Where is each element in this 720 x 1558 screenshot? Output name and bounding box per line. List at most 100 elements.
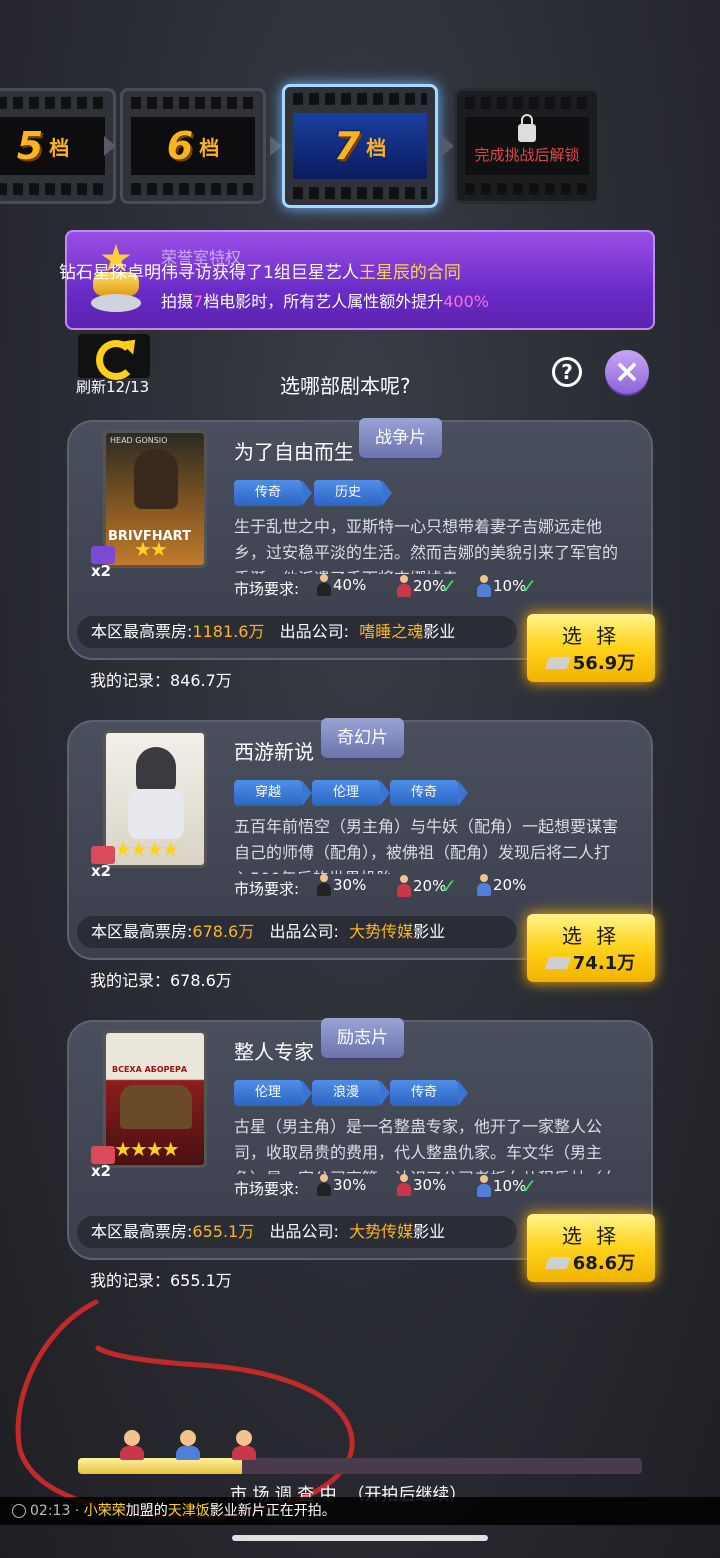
multiplier-text: x2 bbox=[91, 862, 112, 880]
company-name: 嗜睡之魂 bbox=[359, 622, 424, 641]
check-icon: ✓ bbox=[440, 574, 458, 598]
tier-5[interactable]: 5档 bbox=[0, 88, 116, 204]
survey-avatar bbox=[118, 1430, 146, 1462]
survey-avatar bbox=[230, 1430, 258, 1462]
price: 68.6万 bbox=[572, 1253, 636, 1274]
close-button[interactable]: × bbox=[605, 350, 649, 394]
banner-line2: 拍摄7档电影时，所有艺人属性额外提升400% bbox=[161, 288, 489, 312]
news-text: 加盟的 bbox=[125, 1503, 168, 1519]
company-suffix: 影业 bbox=[413, 1222, 446, 1241]
star-rating: ★★★★ bbox=[114, 837, 180, 861]
market-req: 10% ✓ bbox=[477, 1174, 537, 1198]
actress-icon bbox=[397, 575, 411, 597]
actor-icon bbox=[317, 1174, 331, 1196]
cash-icon bbox=[544, 957, 571, 969]
actor-icon bbox=[477, 1175, 491, 1197]
poster-top-text: HEAD GONSIO bbox=[110, 436, 168, 445]
script-card-1: HEAD GONSIO BRIVFHART ★★ x2 为了自由而生 战争片 传… bbox=[67, 418, 655, 682]
my-record: 我的记录：655.1万 bbox=[90, 1271, 232, 1290]
script-description: 生于乱世之中，亚斯特一心只想带着妻子吉娜远走他乡，过安稳平淡的生活。然而吉娜的美… bbox=[234, 517, 619, 574]
market-req: 20% bbox=[477, 874, 526, 896]
prompt-title: 选哪部剧本呢? bbox=[280, 374, 411, 398]
req-value: 30% bbox=[333, 876, 367, 894]
tier-number: 6 bbox=[166, 124, 194, 168]
box-office-bar: 本区最高票房:1181.6万 出品公司: 嗜睡之魂影业 bbox=[77, 616, 517, 648]
tier-number: 5 bbox=[16, 124, 44, 168]
tier-unit: 档 bbox=[199, 135, 220, 160]
help-button[interactable]: ? bbox=[552, 357, 582, 387]
market-req: 40% bbox=[317, 574, 366, 596]
tier-7[interactable]: 7档 bbox=[282, 84, 438, 208]
script-card-3: ВСЕХА АБОРЕРА ★★★★ x2 整人专家 励志片 伦理 浪漫 传奇 … bbox=[67, 1018, 655, 1282]
refresh-button[interactable]: 刷新12/13 bbox=[76, 333, 152, 398]
poster-figure bbox=[134, 449, 178, 509]
refresh-label: 刷新12/13 bbox=[76, 378, 150, 396]
arrow-icon bbox=[104, 136, 116, 156]
tag: 穿越 bbox=[234, 780, 312, 806]
my-record: 我的记录：678.6万 bbox=[90, 971, 232, 990]
multiplier-text: x2 bbox=[91, 562, 112, 580]
market-req: 30% bbox=[317, 874, 366, 896]
company-label: 出品公司: bbox=[269, 1222, 339, 1241]
survey-progress-fill bbox=[78, 1458, 242, 1474]
banner-text: 档电影时，所有艺人属性额外提升 bbox=[203, 292, 444, 311]
news-ticker: 02:13 · 小荣荣加盟的天津饭影业新片正在开拍。 bbox=[0, 1497, 720, 1525]
tag: 传奇 bbox=[234, 480, 312, 506]
select-button[interactable]: 选 择 74.1万 bbox=[527, 914, 655, 982]
company-suffix: 影业 bbox=[413, 922, 446, 941]
banner-num: 7 bbox=[193, 292, 204, 311]
my-record: 我的记录：846.7万 bbox=[90, 671, 232, 690]
tier-unit: 档 bbox=[49, 135, 70, 160]
news-org: 天津饭 bbox=[167, 1503, 210, 1519]
news-sep: · bbox=[74, 1503, 80, 1519]
actor-icon bbox=[477, 575, 491, 597]
multiplier-badge: x2 bbox=[91, 546, 115, 580]
tag: 浪漫 bbox=[312, 1080, 390, 1106]
box-value: 655.1万 bbox=[192, 1222, 255, 1241]
actor-icon bbox=[477, 874, 491, 896]
req-value: 40% bbox=[333, 576, 367, 594]
select-button[interactable]: 选 择 56.9万 bbox=[527, 614, 655, 682]
box-value: 678.6万 bbox=[192, 922, 255, 941]
home-indicator[interactable] bbox=[232, 1535, 488, 1541]
multiplier-text: x2 bbox=[91, 1162, 112, 1180]
box-office-bar: 本区最高票房:678.6万 出品公司: 大势传媒影业 bbox=[77, 916, 517, 948]
poster-title-text: ВСЕХА АБОРЕРА bbox=[112, 1065, 188, 1074]
script-description: 古星（男主角）是一名整蛊专家，他开了一家整人公司，收取昂贵的费用，代人整蛊仇家。… bbox=[234, 1117, 618, 1174]
refresh-icon bbox=[78, 333, 150, 380]
poster-figures bbox=[120, 1085, 192, 1129]
actress-icon bbox=[397, 1174, 411, 1196]
script-title: 整人专家 bbox=[234, 1040, 314, 1064]
poster-figure bbox=[136, 747, 176, 793]
market-req: 30% bbox=[397, 1174, 446, 1196]
tag: 历史 bbox=[314, 480, 392, 506]
price: 74.1万 bbox=[572, 953, 636, 974]
clock-icon bbox=[12, 1504, 26, 1518]
star-rating: ★★★★ bbox=[114, 1137, 180, 1161]
market-label: 市场要求: bbox=[234, 1180, 300, 1198]
tier-number: 7 bbox=[333, 124, 361, 168]
news-text: 影业新片正在开拍。 bbox=[209, 1503, 336, 1519]
req-value: 30% bbox=[333, 1176, 367, 1194]
genre-label: 励志片 bbox=[321, 1018, 404, 1058]
script-title: 西游新说 bbox=[234, 740, 314, 764]
market-req: 20% ✓ bbox=[397, 574, 457, 598]
survey-progress-track bbox=[78, 1458, 642, 1474]
cash-icon bbox=[544, 657, 571, 669]
select-button[interactable]: 选 择 68.6万 bbox=[527, 1214, 655, 1282]
company-label: 出品公司: bbox=[269, 922, 339, 941]
check-icon: ✓ bbox=[440, 874, 458, 898]
check-icon: ✓ bbox=[520, 1174, 538, 1198]
arrow-icon bbox=[442, 136, 454, 156]
company-suffix: 影业 bbox=[423, 622, 456, 641]
locked-text: 完成挑战后解锁 bbox=[474, 145, 580, 164]
news-time: 02:13 bbox=[30, 1503, 71, 1519]
banner-text: 拍摄 bbox=[161, 292, 194, 311]
actress-icon bbox=[397, 875, 411, 897]
tier-6[interactable]: 6档 bbox=[120, 88, 266, 204]
genre-label: 战争片 bbox=[359, 418, 442, 458]
news-player: 小荣荣 bbox=[83, 1503, 126, 1519]
box-office-bar: 本区最高票房:655.1万 出品公司: 大势传媒影业 bbox=[77, 1216, 517, 1248]
scroll-news: 钻石星探卓明伟寻访获得了1组巨星艺人王星辰的合同 bbox=[59, 258, 461, 283]
script-card-2: ★★★★ x2 西游新说 奇幻片 穿越 伦理 传奇 五百年前悟空（男主角）与牛妖… bbox=[67, 718, 655, 982]
